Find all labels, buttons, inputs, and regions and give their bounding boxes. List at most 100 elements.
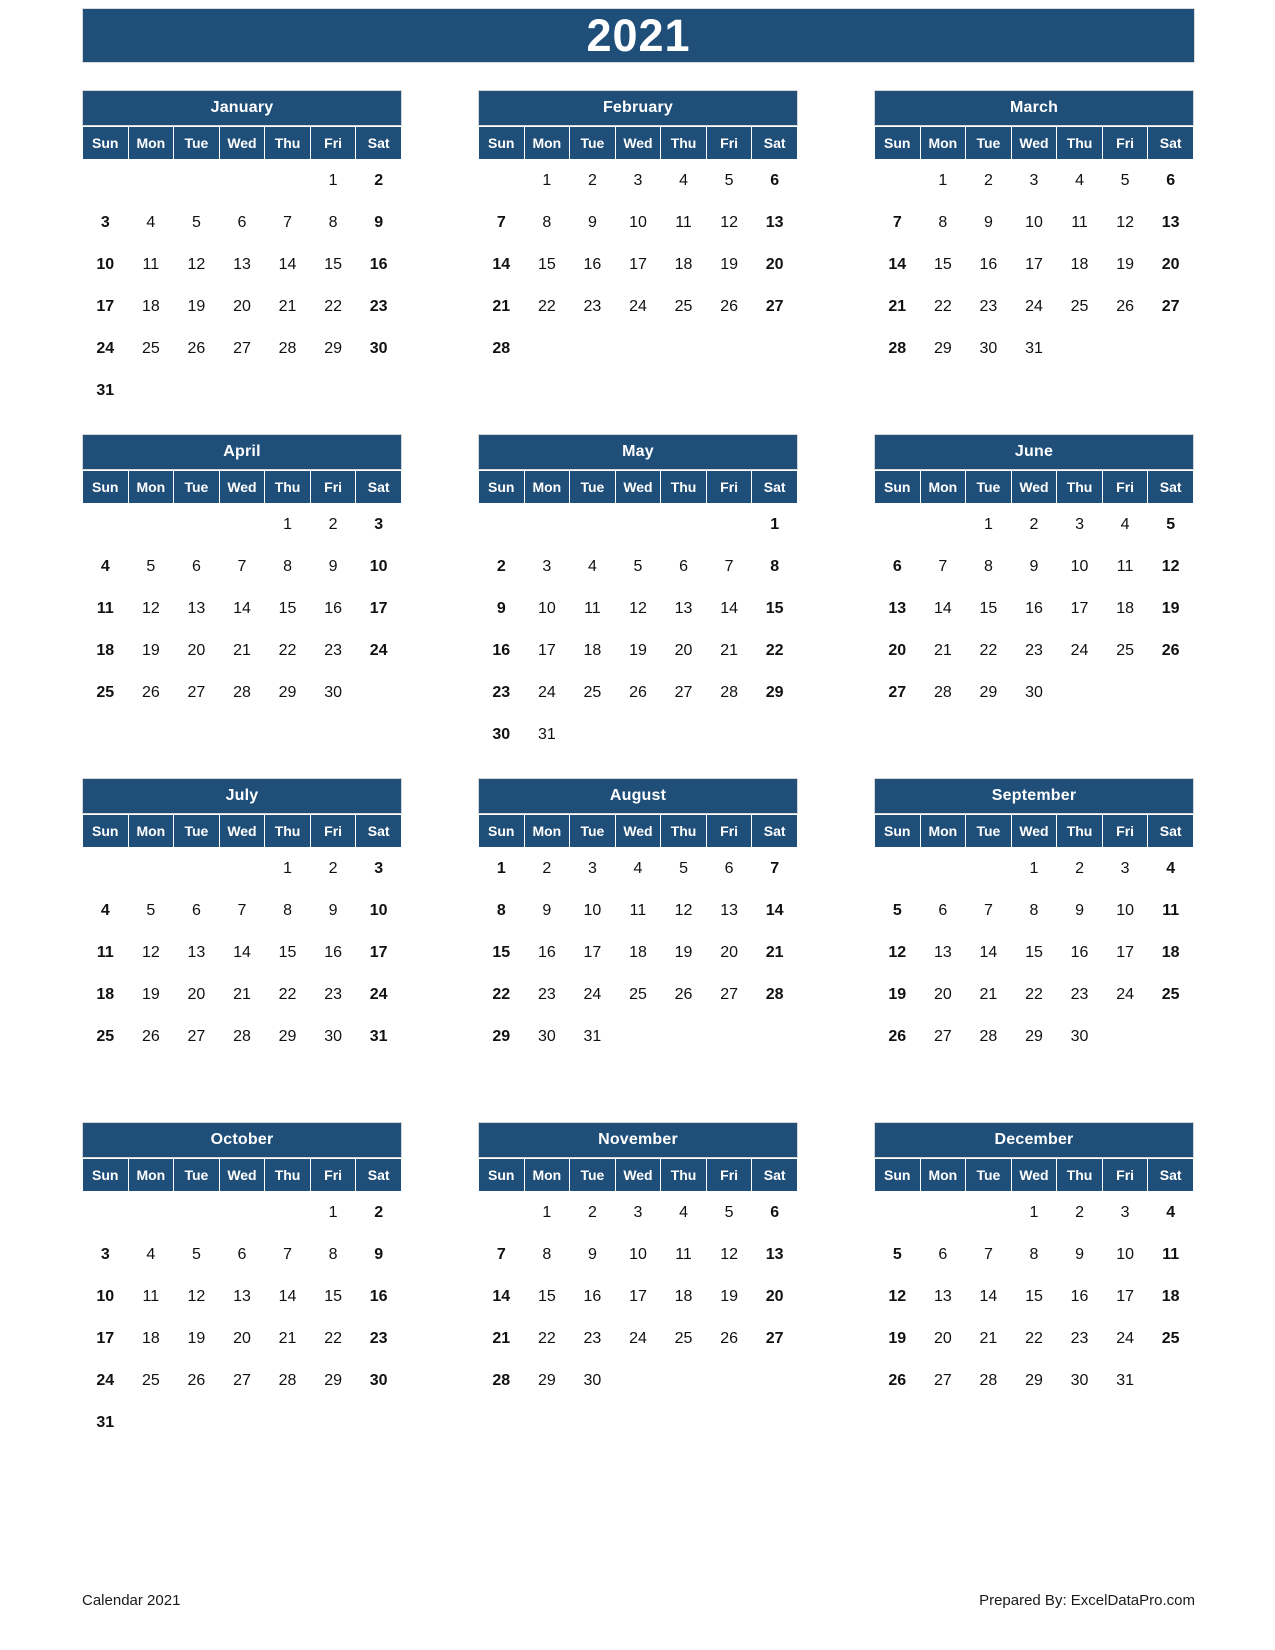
day-cell[interactable]: 16 (966, 244, 1011, 285)
day-cell[interactable]: 24 (356, 630, 401, 671)
day-cell[interactable]: 10 (1102, 890, 1148, 931)
day-cell[interactable]: 15 (920, 244, 966, 285)
day-cell[interactable]: 21 (920, 630, 966, 671)
day-cell[interactable]: 3 (1057, 504, 1102, 545)
day-cell[interactable]: 23 (1057, 974, 1102, 1015)
day-cell[interactable]: 22 (1011, 974, 1057, 1015)
day-cell[interactable]: 3 (570, 848, 615, 889)
day-cell[interactable]: 18 (661, 1276, 706, 1317)
day-cell[interactable]: 9 (310, 890, 356, 931)
day-cell[interactable]: 17 (615, 244, 661, 285)
day-cell[interactable]: 3 (615, 1192, 661, 1233)
day-cell[interactable]: 8 (1011, 1234, 1057, 1275)
day-cell[interactable]: 6 (219, 202, 265, 243)
day-cell[interactable]: 12 (174, 244, 219, 285)
day-cell[interactable]: 20 (752, 244, 797, 285)
day-cell[interactable]: 13 (174, 932, 219, 973)
day-cell[interactable]: 11 (1057, 202, 1102, 243)
day-cell[interactable]: 10 (615, 202, 661, 243)
day-cell[interactable]: 11 (1148, 890, 1193, 931)
day-cell[interactable]: 21 (966, 974, 1011, 1015)
day-cell[interactable]: 10 (1102, 1234, 1148, 1275)
day-cell[interactable]: 14 (479, 1276, 524, 1317)
day-cell[interactable]: 30 (966, 328, 1011, 369)
day-cell[interactable]: 27 (174, 672, 219, 713)
day-cell[interactable]: 7 (219, 890, 265, 931)
day-cell[interactable]: 25 (128, 328, 174, 369)
day-cell[interactable]: 3 (356, 848, 401, 889)
day-cell[interactable]: 7 (920, 546, 966, 587)
day-cell[interactable]: 26 (875, 1360, 920, 1401)
day-cell[interactable]: 21 (875, 286, 920, 327)
day-cell[interactable]: 14 (265, 244, 310, 285)
day-cell[interactable]: 28 (920, 672, 966, 713)
day-cell[interactable]: 17 (615, 1276, 661, 1317)
day-cell[interactable]: 4 (615, 848, 661, 889)
day-cell[interactable]: 27 (920, 1016, 966, 1057)
day-cell[interactable]: 15 (310, 1276, 356, 1317)
day-cell[interactable]: 1 (1011, 848, 1057, 889)
day-cell[interactable]: 5 (174, 202, 219, 243)
day-cell[interactable]: 5 (875, 1234, 920, 1275)
day-cell[interactable]: 7 (479, 202, 524, 243)
day-cell[interactable]: 15 (1011, 1276, 1057, 1317)
day-cell[interactable]: 18 (1057, 244, 1102, 285)
day-cell[interactable]: 12 (1102, 202, 1148, 243)
day-cell[interactable]: 26 (128, 1016, 174, 1057)
day-cell[interactable]: 5 (128, 546, 174, 587)
day-cell[interactable]: 6 (661, 546, 706, 587)
day-cell[interactable]: 1 (310, 160, 356, 201)
day-cell[interactable]: 16 (310, 588, 356, 629)
day-cell[interactable]: 12 (128, 588, 174, 629)
day-cell[interactable]: 30 (1057, 1016, 1102, 1057)
day-cell[interactable]: 9 (479, 588, 524, 629)
day-cell[interactable]: 18 (661, 244, 706, 285)
day-cell[interactable]: 29 (966, 672, 1011, 713)
day-cell[interactable]: 7 (479, 1234, 524, 1275)
day-cell[interactable]: 6 (875, 546, 920, 587)
day-cell[interactable]: 10 (1057, 546, 1102, 587)
day-cell[interactable]: 16 (1057, 1276, 1102, 1317)
day-cell[interactable]: 14 (479, 244, 524, 285)
day-cell[interactable]: 9 (356, 1234, 401, 1275)
day-cell[interactable]: 21 (752, 932, 797, 973)
day-cell[interactable]: 20 (661, 630, 706, 671)
day-cell[interactable]: 22 (265, 630, 310, 671)
day-cell[interactable]: 21 (265, 286, 310, 327)
day-cell[interactable]: 6 (219, 1234, 265, 1275)
day-cell[interactable]: 7 (752, 848, 797, 889)
day-cell[interactable]: 28 (265, 328, 310, 369)
day-cell[interactable]: 4 (1102, 504, 1148, 545)
day-cell[interactable]: 13 (1148, 202, 1193, 243)
day-cell[interactable]: 5 (1102, 160, 1148, 201)
day-cell[interactable]: 11 (661, 1234, 706, 1275)
day-cell[interactable]: 14 (752, 890, 797, 931)
day-cell[interactable]: 8 (310, 1234, 356, 1275)
day-cell[interactable]: 29 (1011, 1360, 1057, 1401)
day-cell[interactable]: 27 (920, 1360, 966, 1401)
day-cell[interactable]: 23 (1011, 630, 1057, 671)
day-cell[interactable]: 3 (356, 504, 401, 545)
day-cell[interactable]: 1 (479, 848, 524, 889)
day-cell[interactable]: 21 (219, 974, 265, 1015)
day-cell[interactable]: 6 (752, 1192, 797, 1233)
day-cell[interactable]: 4 (1148, 848, 1193, 889)
day-cell[interactable]: 21 (265, 1318, 310, 1359)
day-cell[interactable]: 10 (83, 1276, 128, 1317)
day-cell[interactable]: 27 (219, 328, 265, 369)
day-cell[interactable]: 9 (356, 202, 401, 243)
day-cell[interactable]: 27 (219, 1360, 265, 1401)
day-cell[interactable]: 18 (128, 1318, 174, 1359)
day-cell[interactable]: 1 (265, 848, 310, 889)
day-cell[interactable]: 13 (219, 1276, 265, 1317)
day-cell[interactable]: 19 (174, 1318, 219, 1359)
day-cell[interactable]: 10 (356, 546, 401, 587)
day-cell[interactable]: 11 (1102, 546, 1148, 587)
day-cell[interactable]: 20 (920, 1318, 966, 1359)
day-cell[interactable]: 26 (875, 1016, 920, 1057)
day-cell[interactable]: 31 (1011, 328, 1057, 369)
day-cell[interactable]: 27 (706, 974, 752, 1015)
day-cell[interactable]: 9 (570, 1234, 615, 1275)
day-cell[interactable]: 13 (706, 890, 752, 931)
day-cell[interactable]: 21 (966, 1318, 1011, 1359)
